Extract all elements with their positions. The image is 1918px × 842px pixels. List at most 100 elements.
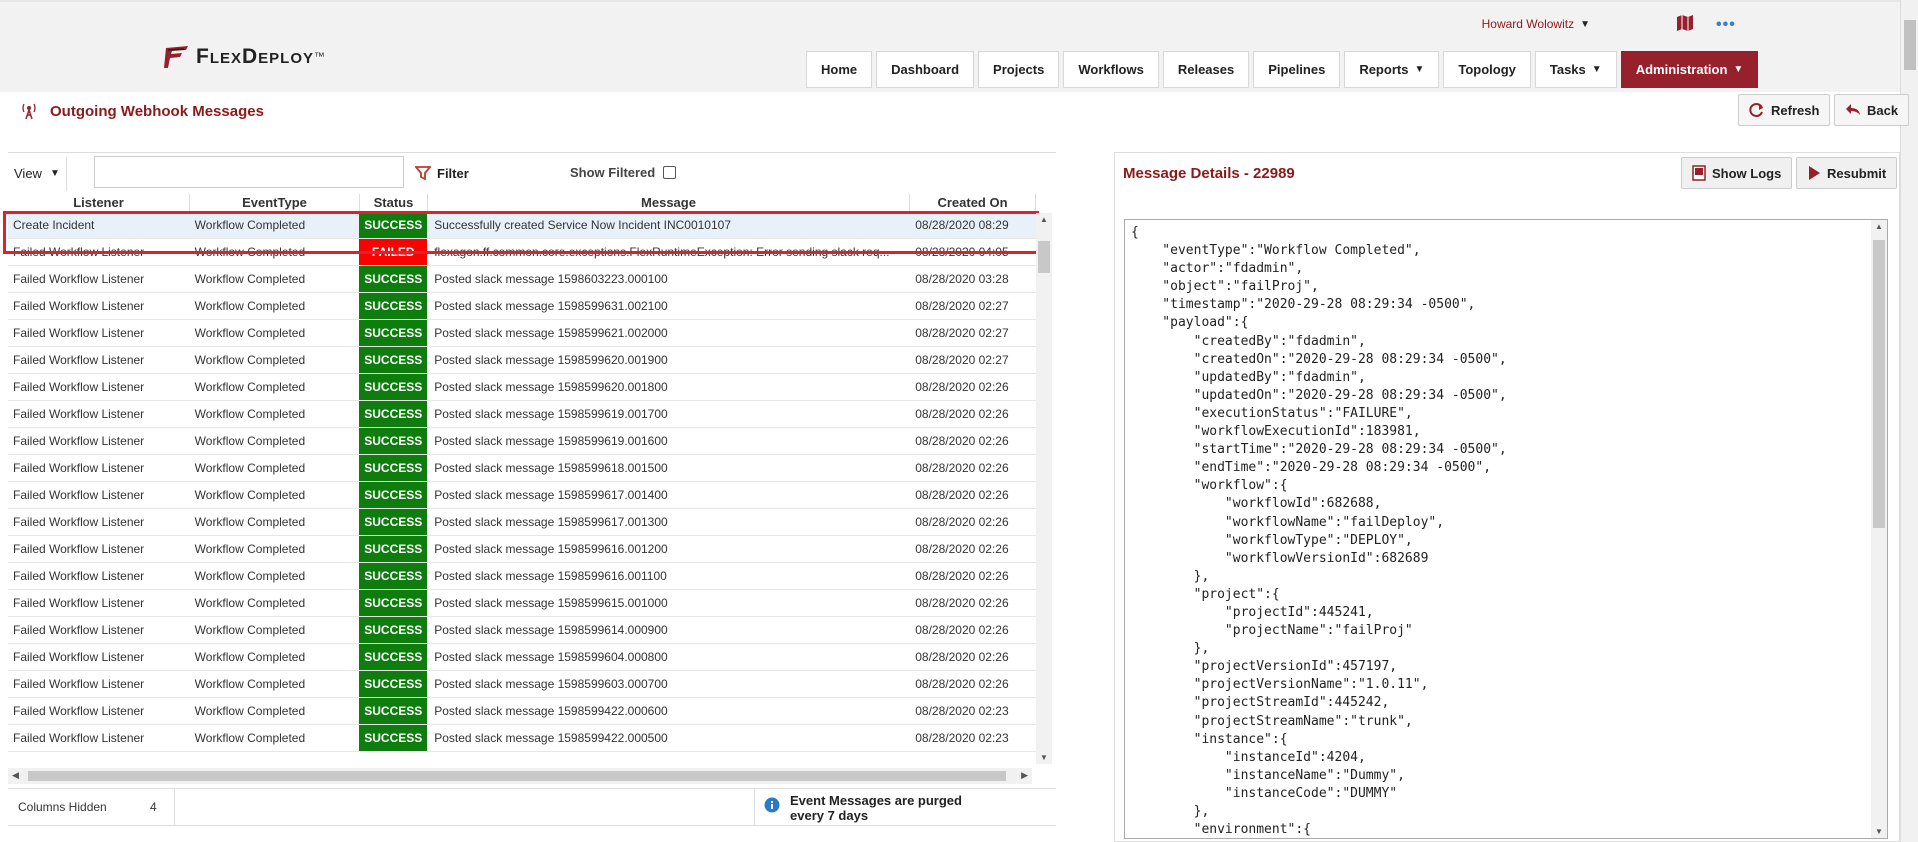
- column-header-message[interactable]: Message: [428, 194, 910, 211]
- json-line: "instanceId":4204,: [1131, 749, 1366, 765]
- webhook-messages-table: Listener EventType Status Message Created On…: [8, 194, 1036, 758]
- refresh-icon: [1749, 103, 1763, 117]
- json-line: "object":"failProj",: [1131, 279, 1319, 295]
- table-horizontal-scrollbar[interactable]: ◀ ▶: [8, 768, 1032, 784]
- scroll-left-arrow-icon[interactable]: ◀: [12, 770, 19, 781]
- nav-dashboard[interactable]: Dashboard: [876, 51, 975, 88]
- table-row[interactable]: Failed Workflow Listener Workflow Complet…: [8, 374, 1036, 401]
- flexdeploy-logo[interactable]: FlexDeploy ™: [162, 44, 325, 70]
- json-line: "instance":{: [1131, 731, 1288, 747]
- table-row[interactable]: Failed Workflow Listener Workflow Complet…: [8, 536, 1036, 563]
- page-scrollbar-thumb[interactable]: [1904, 20, 1916, 70]
- nav-topology[interactable]: Topology: [1443, 51, 1531, 88]
- filter-button[interactable]: Filter: [415, 165, 469, 181]
- table-row[interactable]: Failed Workflow Listener Workflow Complet…: [8, 644, 1036, 671]
- table-row[interactable]: Failed Workflow Listener Workflow Complet…: [8, 509, 1036, 536]
- message-cell: Posted slack message 1598599422.000600: [434, 704, 668, 718]
- user-menu[interactable]: Howard Wolowitz ▼: [1482, 17, 1590, 31]
- table-row[interactable]: Failed Workflow Listener Workflow Complet…: [8, 455, 1036, 482]
- nav-tasks[interactable]: Tasks ▼: [1534, 51, 1617, 88]
- json-line: "projectVersionName":"1.0.11",: [1131, 677, 1429, 693]
- purge-notice: Event Messages are purged every 7 days: [764, 793, 990, 823]
- footer-divider: [174, 789, 175, 825]
- table-horizontal-scrollbar-thumb[interactable]: [28, 771, 1006, 781]
- view-label: View: [14, 166, 42, 181]
- back-label: Back: [1867, 102, 1899, 118]
- table-row[interactable]: Failed Workflow Listener Workflow Complet…: [8, 671, 1036, 698]
- status-badge: SUCCESS: [359, 563, 428, 589]
- nav-home[interactable]: Home: [806, 51, 873, 88]
- table-row[interactable]: Failed Workflow Listener Workflow Complet…: [8, 563, 1036, 590]
- event-type-cell: Workflow Completed: [194, 731, 306, 745]
- map-icon[interactable]: [1676, 15, 1694, 31]
- json-line: {: [1131, 225, 1139, 240]
- nav-workflows[interactable]: Workflows: [1063, 51, 1159, 88]
- created-on-cell: 08/28/2020 02:26: [915, 407, 1009, 421]
- table-row[interactable]: Failed Workflow Listener Workflow Complet…: [8, 725, 1036, 752]
- nav-reports[interactable]: Reports ▼: [1344, 51, 1440, 88]
- scroll-up-arrow-icon[interactable]: ▲: [1040, 215, 1048, 224]
- json-line: "projectStreamId":445242,: [1131, 695, 1390, 711]
- nav-releases[interactable]: Releases: [1162, 51, 1250, 88]
- table-body: Create Incident Workflow Completed SUCCESS…: [8, 212, 1036, 752]
- chevron-down-icon: ▼: [1414, 64, 1425, 75]
- created-on-cell: 08/28/2020 02:27: [915, 326, 1009, 340]
- nav-pipelines[interactable]: Pipelines: [1253, 51, 1341, 88]
- json-line: "environment":{: [1131, 822, 1312, 838]
- nav-label: Administration: [1635, 62, 1728, 77]
- nav-administration[interactable]: Administration ▼: [1620, 51, 1759, 88]
- json-line: "createdOn":"2020-29-28 08:29:34 -0500",: [1131, 351, 1507, 367]
- event-type-cell: Workflow Completed: [194, 326, 306, 340]
- column-header-eventtype[interactable]: EventType: [190, 194, 360, 211]
- table-row[interactable]: Failed Workflow Listener Workflow Complet…: [8, 239, 1036, 266]
- json-line: "workflowName":"failDeploy",: [1131, 514, 1445, 530]
- table-row[interactable]: Failed Workflow Listener Workflow Complet…: [8, 428, 1036, 455]
- user-name: Howard Wolowitz: [1481, 17, 1575, 31]
- table-row[interactable]: Failed Workflow Listener Workflow Complet…: [8, 293, 1036, 320]
- table-row[interactable]: Failed Workflow Listener Workflow Complet…: [8, 347, 1036, 374]
- json-scrollbar-thumb[interactable]: [1873, 240, 1885, 528]
- show-filtered-checkbox[interactable]: [663, 166, 677, 179]
- page-scrollbar[interactable]: [1900, 0, 1918, 842]
- back-button[interactable]: Back: [1834, 94, 1910, 126]
- refresh-button[interactable]: Refresh: [1738, 94, 1831, 126]
- table-vertical-scrollbar[interactable]: ▲ ▼: [1036, 213, 1052, 764]
- json-line: "updatedOn":"2020-29-28 08:29:34 -0500",: [1131, 387, 1507, 403]
- table-row[interactable]: Failed Workflow Listener Workflow Complet…: [8, 590, 1036, 617]
- table-row[interactable]: Create Incident Workflow Completed SUCCESS…: [8, 212, 1036, 239]
- show-logs-button[interactable]: Show Logs: [1681, 157, 1793, 189]
- table-row[interactable]: Failed Workflow Listener Workflow Complet…: [8, 698, 1036, 725]
- column-header-listener[interactable]: Listener: [8, 194, 190, 211]
- listener-cell: Failed Workflow Listener: [13, 515, 145, 529]
- event-type-cell: Workflow Completed: [194, 461, 306, 475]
- table-row[interactable]: Failed Workflow Listener Workflow Complet…: [8, 482, 1036, 509]
- created-on-cell: 08/28/2020 03:28: [915, 272, 1009, 286]
- table-row[interactable]: Failed Workflow Listener Workflow Complet…: [8, 266, 1036, 293]
- table-vertical-scrollbar-thumb[interactable]: [1038, 241, 1050, 273]
- column-header-status[interactable]: Status: [360, 194, 428, 211]
- json-scrollbar[interactable]: ▲ ▼: [1871, 220, 1887, 838]
- listener-cell: Failed Workflow Listener: [13, 623, 145, 637]
- table-row[interactable]: Failed Workflow Listener Workflow Complet…: [8, 320, 1036, 347]
- scroll-down-arrow-icon[interactable]: ▼: [1875, 827, 1883, 836]
- more-dots-icon[interactable]: •••: [1716, 16, 1736, 34]
- json-line: "workflowVersionId":682689: [1131, 550, 1429, 566]
- column-header-created-on[interactable]: Created On: [910, 194, 1036, 211]
- search-input[interactable]: [94, 156, 404, 188]
- created-on-cell: 08/28/2020 02:26: [915, 569, 1009, 583]
- table-row[interactable]: Failed Workflow Listener Workflow Complet…: [8, 617, 1036, 644]
- show-filtered-toggle[interactable]: Show Filtered: [570, 165, 677, 180]
- resubmit-button[interactable]: Resubmit: [1796, 157, 1898, 189]
- view-menu-button[interactable]: View ▼: [14, 166, 60, 181]
- app-header: FlexDeploy ™ Howard Wolowitz ▼ ••• Home Da…: [0, 0, 1900, 92]
- listener-cell: Failed Workflow Listener: [13, 488, 145, 502]
- nav-projects[interactable]: Projects: [978, 51, 1060, 88]
- status-badge: FAILED: [359, 239, 428, 265]
- scroll-right-arrow-icon[interactable]: ▶: [1021, 770, 1028, 781]
- scroll-down-arrow-icon[interactable]: ▼: [1040, 753, 1048, 762]
- table-row[interactable]: Failed Workflow Listener Workflow Complet…: [8, 401, 1036, 428]
- message-cell: Posted slack message 1598603223.000100: [434, 272, 668, 286]
- scroll-up-arrow-icon[interactable]: ▲: [1875, 222, 1883, 231]
- message-cell: Posted slack message 1598599617.001300: [434, 515, 668, 529]
- message-json-viewer[interactable]: { "eventType":"Workflow Completed", "act…: [1124, 219, 1888, 839]
